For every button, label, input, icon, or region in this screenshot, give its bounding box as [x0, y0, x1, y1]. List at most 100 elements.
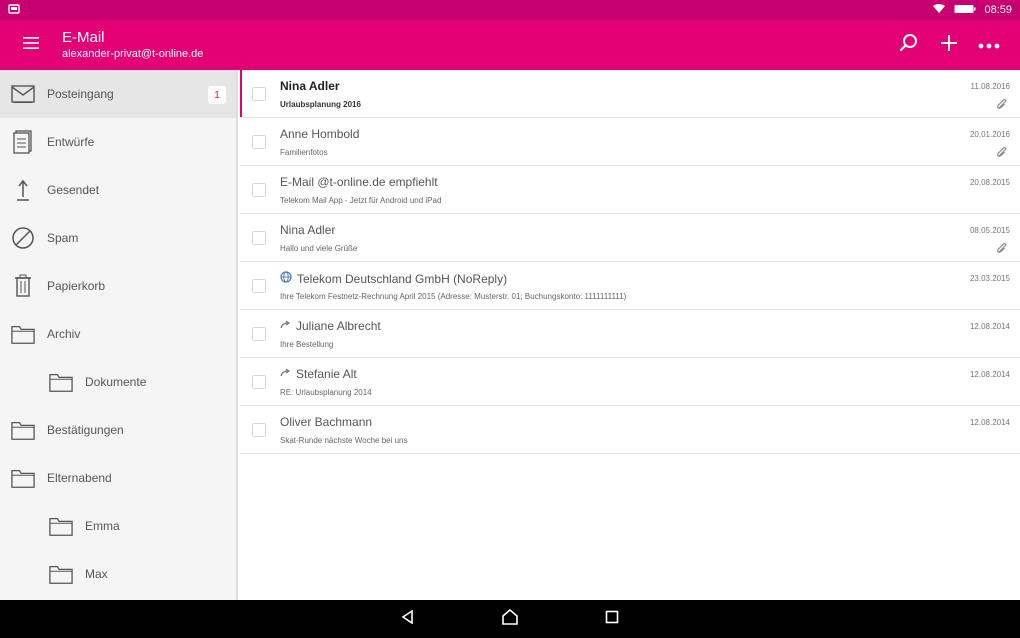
recents-button[interactable] [597, 604, 627, 634]
back-button[interactable] [393, 604, 423, 634]
date: 12.08.2014 [969, 370, 1010, 379]
more-dots-icon [978, 36, 1000, 54]
message-row[interactable]: Juliane Albrecht Ihre Bestellung 12.08.2… [240, 310, 1020, 358]
folder-label: Max [85, 567, 108, 581]
search-icon [899, 33, 919, 58]
system-navigation-bar [0, 600, 1020, 638]
inbox-icon [11, 82, 35, 106]
select-checkbox[interactable] [252, 183, 266, 197]
folder-label: Entwürfe [47, 135, 95, 149]
trash-icon [11, 274, 35, 298]
folder-spam[interactable]: Spam [0, 214, 236, 262]
folder-icon [11, 466, 35, 490]
sender: Anne Hombold [280, 127, 359, 141]
folder-icon [49, 514, 73, 538]
attachment-icon [996, 98, 1008, 110]
search-button[interactable] [892, 28, 926, 62]
folder-label: Posteingang [47, 87, 114, 101]
folder-icon [11, 418, 35, 442]
sender: Oliver Bachmann [280, 415, 372, 429]
select-checkbox[interactable] [252, 327, 266, 341]
forward-icon [280, 320, 291, 332]
folder-label: Papierkorb [47, 279, 106, 293]
sender-name: Nina Adler [280, 223, 336, 237]
sender: Juliane Albrecht [280, 319, 381, 333]
message-row[interactable]: Oliver Bachmann Skat-Runde nächste Woche… [240, 406, 1020, 454]
home-button[interactable] [495, 604, 525, 634]
folder-gesendet[interactable]: Gesendet [0, 166, 236, 214]
message-row[interactable]: E-Mail @t-online.de empfiehlt Telekom Ma… [240, 166, 1020, 214]
folder-emma[interactable]: Emma [0, 502, 236, 550]
subject: Ihre Telekom Festnetz-Rechnung April 201… [280, 292, 627, 301]
notification-icon [8, 3, 20, 17]
sender-name: Juliane Albrecht [296, 319, 381, 333]
subject: Urlaubsplanung 2016 [280, 100, 361, 109]
sent-icon [11, 178, 35, 202]
folder-posteingang[interactable]: Posteingang 1 [0, 70, 236, 118]
sender: Nina Adler [280, 79, 340, 93]
select-checkbox[interactable] [252, 135, 266, 149]
date: 11.08.2016 [970, 82, 1010, 91]
sender: Telekom Deutschland GmbH (NoReply) [280, 271, 507, 286]
forward-icon [280, 368, 291, 380]
date: 12.08.2014 [969, 322, 1010, 331]
plus-icon [940, 34, 958, 57]
subject: Hallo und viele Grüße [280, 244, 358, 253]
folder-max[interactable]: Max [0, 550, 236, 598]
folder-label: Spam [47, 231, 79, 245]
compose-button[interactable] [932, 28, 966, 62]
sender: E-Mail @t-online.de empfiehlt [280, 175, 438, 189]
message-row[interactable]: Nina Adler Urlaubsplanung 2016 11.08.201… [240, 70, 1020, 118]
subject: Skat-Runde nächste Woche bei uns [280, 436, 408, 445]
folder-label: Dokumente [85, 375, 147, 389]
select-checkbox[interactable] [252, 423, 266, 437]
folder-archiv[interactable]: Archiv [0, 310, 236, 358]
message-row[interactable]: Nina Adler Hallo und viele Grüße 08.05.2… [240, 214, 1020, 262]
app-bar: E-Mail alexander-privat@t-online.de [0, 20, 1020, 70]
folder-papierkorb[interactable]: Papierkorb [0, 262, 236, 310]
message-row[interactable]: Anne Hombold Familienfotos 20.01.2016 [240, 118, 1020, 166]
date: 12.08.2014 [969, 418, 1010, 427]
subject: Telekom Mail App - Jetzt für Android und… [280, 196, 442, 205]
folder-sidebar: Posteingang 1 Entwürfe Gesendet Spam Pap… [0, 70, 238, 600]
account-email: alexander-privat@t-online.de [62, 48, 204, 60]
date: 20.08.2015 [969, 178, 1010, 187]
spam-icon [11, 226, 35, 250]
folder-label: Emma [85, 519, 120, 533]
overflow-menu-button[interactable] [972, 28, 1006, 62]
folder-entwuerfe[interactable]: Entwürfe [0, 118, 236, 166]
subject: Ihre Bestellung [280, 340, 334, 349]
wifi-icon [932, 3, 946, 17]
select-checkbox[interactable] [252, 279, 266, 293]
date: 23.03.2015 [969, 274, 1010, 283]
unread-count-badge: 1 [208, 86, 226, 104]
folder-label: Archiv [47, 327, 81, 341]
select-checkbox[interactable] [252, 231, 266, 245]
back-triangle-icon [401, 609, 415, 629]
app-title: E-Mail [62, 29, 105, 46]
message-row[interactable]: Telekom Deutschland GmbH (NoReply) Ihre … [240, 262, 1020, 310]
drafts-icon [11, 130, 35, 154]
globe-icon [280, 271, 292, 286]
folder-icon [49, 562, 73, 586]
menu-button[interactable] [0, 20, 62, 70]
attachment-icon [996, 146, 1008, 158]
sender-name: E-Mail @t-online.de empfiehlt [280, 175, 438, 189]
sender: Stefanie Alt [280, 367, 357, 381]
sender-name: Stefanie Alt [296, 367, 357, 381]
subject: RE: Urlaubsplanung 2014 [280, 388, 372, 397]
attachment-icon [996, 242, 1008, 254]
folder-elternabend[interactable]: Elternabend [0, 454, 236, 502]
status-bar: 08:59 [0, 0, 1020, 20]
select-checkbox[interactable] [252, 375, 266, 389]
select-checkbox[interactable] [252, 87, 266, 101]
battery-icon [954, 4, 976, 17]
sender-name: Oliver Bachmann [280, 415, 373, 429]
message-row[interactable]: Stefanie Alt RE: Urlaubsplanung 2014 12.… [240, 358, 1020, 406]
folder-bestaetigungen[interactable]: Bestätigungen [0, 406, 236, 454]
date: 20.01.2016 [969, 130, 1010, 139]
folder-icon [49, 370, 73, 394]
folder-dokumente[interactable]: Dokumente [0, 358, 236, 406]
recents-square-icon [605, 610, 619, 629]
sender-name: Anne Hombold [280, 127, 360, 141]
